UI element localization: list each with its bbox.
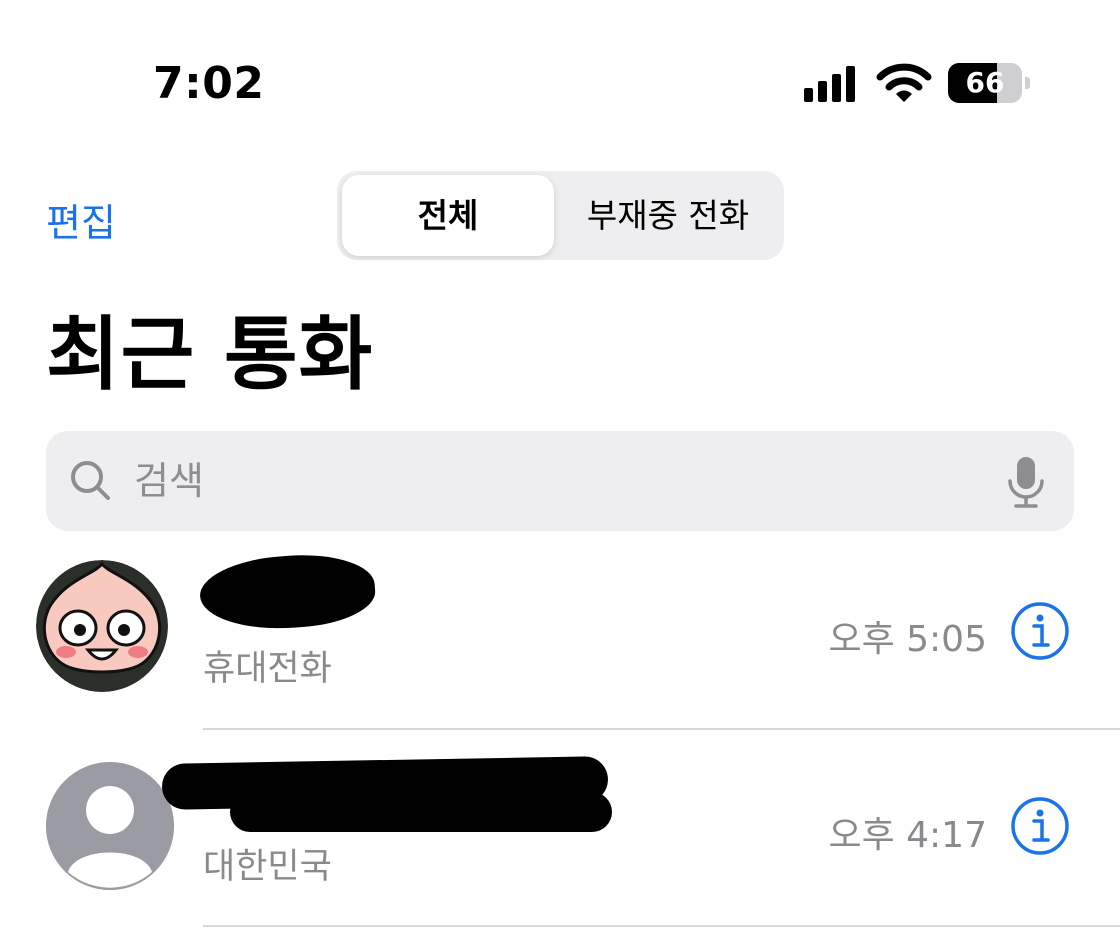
call-type-label: 대한민국 [203, 847, 332, 887]
microphone-icon[interactable] [1006, 455, 1046, 511]
call-row[interactable]: 휴대전화 오후 5:05 [0, 532, 1120, 728]
page-title: 최근 통화 [46, 308, 374, 401]
call-row[interactable]: 대한민국 오후 4:17 [0, 730, 1120, 926]
edit-button[interactable]: 편집 [46, 192, 116, 247]
redacted-name [197, 549, 378, 635]
row-divider [203, 925, 1120, 927]
call-time: 오후 5:05 [828, 619, 987, 660]
person-avatar-icon [46, 762, 174, 890]
search-bar [46, 431, 1074, 531]
info-icon[interactable] [1010, 796, 1070, 856]
battery-icon: 66 [948, 63, 1030, 103]
call-type-label: 휴대전화 [203, 649, 332, 689]
info-icon[interactable] [1010, 601, 1070, 661]
battery-percent: 66 [965, 66, 1005, 99]
search-icon [71, 461, 110, 500]
redacted-name [230, 792, 612, 832]
status-time: 7:02 [153, 58, 265, 109]
call-time: 오후 4:17 [828, 815, 987, 856]
wifi-icon [876, 63, 932, 102]
segmented-control: 전체 부재중 전화 [337, 171, 784, 260]
segment-all[interactable]: 전체 [342, 175, 554, 256]
segment-missed[interactable]: 부재중 전화 [557, 175, 779, 256]
search-input[interactable] [134, 431, 954, 531]
contact-avatar [36, 560, 168, 692]
cellular-signal-icon [804, 66, 860, 102]
